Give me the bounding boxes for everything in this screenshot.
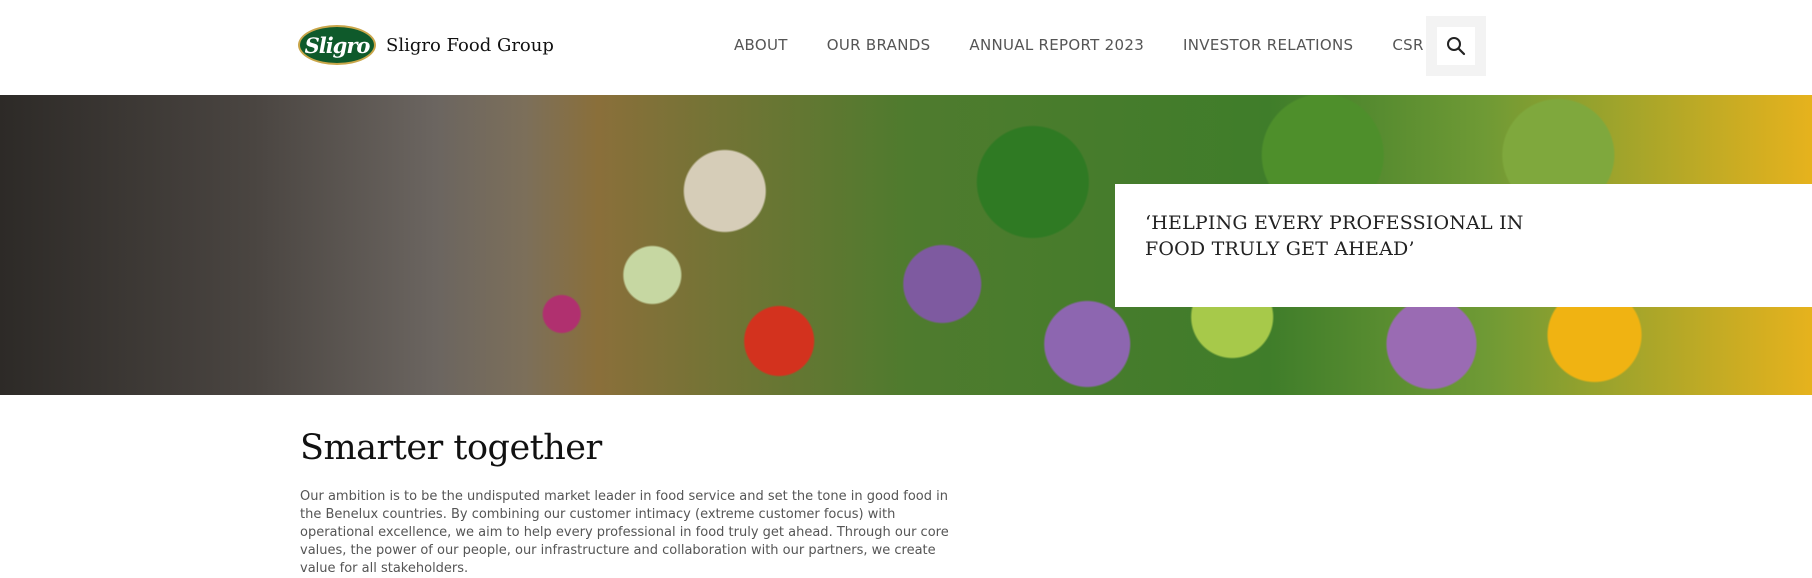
search-icon (1447, 37, 1466, 56)
company-name: Sligro Food Group (386, 34, 554, 56)
hero-quote-box: ‘HELPING EVERY PROFESSIONAL IN FOOD TRUL… (1115, 184, 1812, 307)
search-button[interactable] (1426, 16, 1486, 76)
nav-investor-relations[interactable]: INVESTOR RELATIONS (1183, 36, 1353, 54)
logo[interactable]: Sligro Sligro Food Group (298, 25, 554, 65)
nav-csr[interactable]: CSR (1392, 36, 1423, 54)
nav-about[interactable]: ABOUT (734, 36, 788, 54)
main-content: Smarter together Our ambition is to be t… (300, 428, 970, 578)
nav-our-brands[interactable]: OUR BRANDS (827, 36, 931, 54)
sligro-logo-badge: Sligro (298, 25, 376, 65)
nav-annual-report[interactable]: ANNUAL REPORT 2023 (969, 36, 1144, 54)
search-button-inner (1437, 27, 1475, 65)
hero-quote: ‘HELPING EVERY PROFESSIONAL IN FOOD TRUL… (1145, 212, 1524, 260)
page-title: Smarter together (300, 428, 602, 468)
intro-paragraph: Our ambition is to be the undisputed mar… (300, 489, 949, 576)
site-header: Sligro Sligro Food Group ABOUT OUR BRAND… (0, 0, 1812, 95)
main-nav: ABOUT OUR BRANDS ANNUAL REPORT 2023 INVE… (734, 36, 1463, 54)
hero-banner: ‘HELPING EVERY PROFESSIONAL IN FOOD TRUL… (0, 95, 1812, 395)
